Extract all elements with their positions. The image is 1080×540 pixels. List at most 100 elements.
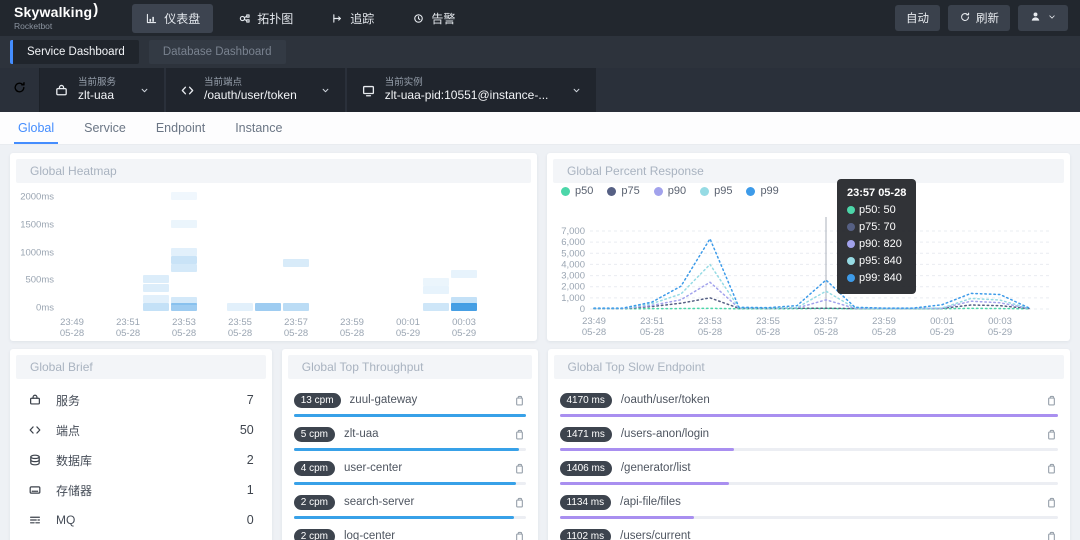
legend-dot: [654, 187, 663, 196]
refresh-button[interactable]: 刷新: [948, 5, 1010, 31]
navbar-right: 自动 刷新: [895, 5, 1068, 31]
heatmap-cell[interactable]: [283, 259, 309, 267]
panel-title: Global Heatmap: [16, 159, 531, 183]
user-icon: [1029, 10, 1042, 26]
heatmap-cell[interactable]: [171, 256, 197, 264]
copy-icon[interactable]: [1045, 496, 1058, 509]
database-icon: [28, 453, 42, 467]
tab-global[interactable]: Global: [18, 121, 54, 144]
heatmap-cell[interactable]: [451, 297, 477, 305]
heatmap-x-tick: 00:0105-29: [386, 317, 430, 339]
heatmap-cell[interactable]: [255, 303, 281, 311]
refresh-label: 刷新: [976, 10, 999, 26]
selector-value: /oauth/user/token: [204, 88, 297, 103]
heatmap-cell[interactable]: [143, 284, 169, 292]
heatmap-cell[interactable]: [283, 303, 309, 311]
value-badge: 4 cpm: [294, 461, 335, 476]
svg-text:05-29: 05-29: [988, 327, 1012, 338]
value-badge: 1406 ms: [560, 461, 612, 476]
tab-instance[interactable]: Instance: [235, 121, 282, 144]
heatmap-chart[interactable]: 0ms500ms1000ms1500ms2000ms23:4905-2823:5…: [10, 183, 537, 341]
heatmap-y-tick: 0ms: [12, 303, 54, 314]
nav-item-label: 追踪: [350, 10, 374, 27]
heatmap-x-tick: 23:5905-28: [330, 317, 374, 339]
nav-item-2[interactable]: 追踪: [318, 4, 387, 33]
heatmap-cell[interactable]: [423, 278, 449, 286]
value-bar: [560, 448, 734, 451]
nav-item-3[interactable]: 告警: [399, 4, 468, 33]
slow-endpoint-list: 4170 ms/oauth/user/token1471 ms/users-an…: [548, 379, 1071, 540]
copy-icon[interactable]: [1045, 428, 1058, 441]
legend-dot: [700, 187, 709, 196]
heatmap-cell[interactable]: [423, 286, 449, 294]
nav-item-1[interactable]: 拓扑图: [225, 4, 306, 33]
value-bar: [294, 516, 514, 519]
copy-icon[interactable]: [1045, 462, 1058, 475]
list-item: 5 cpmzlt-uaa: [294, 424, 526, 451]
heatmap-cell[interactable]: [143, 295, 169, 303]
legend-item-p95[interactable]: p95: [700, 185, 732, 197]
item-name: /users/current: [620, 530, 1045, 540]
trace-icon: [331, 12, 344, 25]
svg-text:05-28: 05-28: [640, 327, 664, 338]
refresh-icon: [959, 11, 971, 26]
copy-icon[interactable]: [513, 428, 526, 441]
dashboard-tab-1[interactable]: Database Dashboard: [149, 40, 286, 64]
legend-item-p50[interactable]: p50: [561, 185, 593, 197]
auto-refresh-button[interactable]: 自动: [895, 5, 940, 31]
heatmap-cell[interactable]: [171, 248, 197, 256]
legend-dot: [746, 187, 755, 196]
heatmap-cell[interactable]: [143, 303, 169, 311]
dashboard-tab-0[interactable]: Service Dashboard: [10, 40, 139, 64]
copy-icon[interactable]: [1045, 394, 1058, 407]
svg-text:23:57: 23:57: [814, 316, 838, 327]
svg-text:05-28: 05-28: [872, 327, 896, 338]
heatmap-cell[interactable]: [171, 264, 197, 272]
value-bar-track: [560, 414, 1059, 417]
heatmap-cell[interactable]: [171, 220, 197, 228]
selector-1[interactable]: 当前端点/oauth/user/token: [166, 68, 345, 112]
brief-row: 存储器1: [10, 475, 272, 505]
svg-text:23:55: 23:55: [756, 316, 780, 327]
brief-row: 服务7: [10, 385, 272, 415]
legend-label: p95: [714, 185, 732, 197]
heatmap-cell[interactable]: [171, 192, 197, 200]
copy-icon[interactable]: [513, 496, 526, 509]
brief-label: 端点: [56, 422, 80, 439]
tab-service[interactable]: Service: [84, 121, 126, 144]
tab-endpoint[interactable]: Endpoint: [156, 121, 205, 144]
alarm-icon: [412, 12, 425, 25]
legend-dot: [607, 187, 616, 196]
user-menu-button[interactable]: [1018, 5, 1068, 31]
copy-icon[interactable]: [513, 530, 526, 540]
brief-label: 数据库: [56, 452, 92, 469]
app-logo[interactable]: Skywalking) Rocketbot: [14, 5, 98, 31]
service-icon: [54, 83, 69, 98]
endpoint-icon: [180, 83, 195, 98]
copy-icon[interactable]: [513, 462, 526, 475]
nav-item-0[interactable]: 仪表盘: [132, 4, 213, 33]
copy-icon[interactable]: [1045, 530, 1058, 540]
heatmap-x-tick: 23:5105-28: [106, 317, 150, 339]
legend-item-p75[interactable]: p75: [607, 185, 639, 197]
svg-text:05-29: 05-29: [930, 327, 954, 338]
value-bar: [294, 448, 519, 451]
legend-item-p90[interactable]: p90: [654, 185, 686, 197]
percent-response-chart[interactable]: 01,0002,0003,0004,0005,0006,0007,00023:4…: [547, 183, 1070, 341]
heatmap-cell[interactable]: [171, 297, 197, 305]
heatmap-cell[interactable]: [143, 275, 169, 283]
reload-selectors-button[interactable]: [0, 68, 40, 112]
heatmap-y-tick: 2000ms: [12, 192, 54, 203]
heatmap-cell[interactable]: [423, 303, 449, 311]
heatmap-x-tick: 23:5505-28: [218, 317, 262, 339]
svg-text:1,000: 1,000: [561, 293, 585, 304]
copy-icon[interactable]: [513, 394, 526, 407]
svg-text:00:01: 00:01: [930, 316, 954, 327]
heatmap-cell[interactable]: [227, 303, 253, 311]
selector-2[interactable]: 当前实例zlt-uaa-pid:10551@instance-...: [347, 68, 597, 112]
selector-0[interactable]: 当前服务zlt-uaa: [40, 68, 164, 112]
heatmap-cell[interactable]: [451, 270, 477, 278]
legend-item-p99[interactable]: p99: [746, 185, 778, 197]
logo-swoosh-icon: ): [93, 2, 98, 17]
panel-title: Global Top Slow Endpoint: [554, 355, 1065, 379]
